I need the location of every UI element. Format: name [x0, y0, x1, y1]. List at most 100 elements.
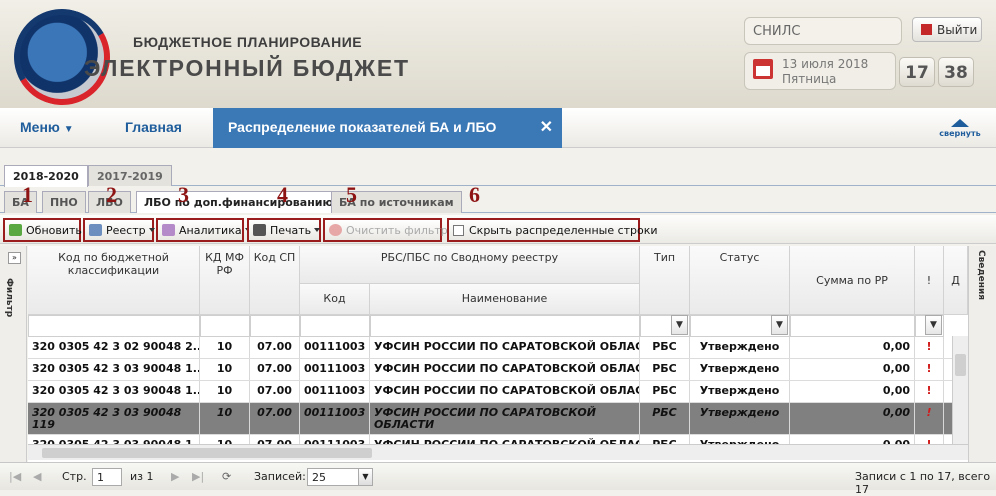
marker-5: 5	[346, 182, 357, 207]
records-per-page-select[interactable]: 25 ▼	[307, 468, 373, 486]
print-label: Печать	[270, 224, 312, 237]
scroll-thumb[interactable]	[955, 354, 966, 376]
checkbox[interactable]	[453, 225, 464, 236]
warning-icon: !	[915, 337, 944, 358]
cell-name: УФСИН РОССИИ ПО САРАТОВСКОЙ ОБЛАС...	[370, 359, 640, 380]
filter-kbk[interactable]	[28, 315, 200, 337]
cell-sp: 07.00	[250, 381, 300, 402]
cell-sum: 0,00	[790, 359, 915, 380]
last-page-icon[interactable]: ▶|	[192, 470, 204, 483]
filter-kdmf[interactable]	[200, 315, 250, 337]
table-row-selected[interactable]: 320 0305 42 3 03 90048 119 10 07.00 0011…	[28, 403, 968, 435]
close-icon[interactable]: ✕	[540, 117, 553, 137]
cell-sp: 07.00	[250, 337, 300, 358]
col-kdmf-header[interactable]: КД МФ РФ	[200, 246, 250, 315]
cell-kod: 00111003	[300, 359, 370, 380]
info-label: Сведения	[976, 250, 986, 301]
col-kod-header[interactable]: Код	[300, 284, 370, 315]
col-d-header[interactable]: Д	[944, 246, 968, 315]
col-status-header[interactable]: Статус	[690, 246, 790, 315]
main-navbar: Меню ▼ Главная Распределение показателей…	[0, 108, 996, 148]
cell-type: РБС	[640, 381, 690, 402]
col-sum-header[interactable]: Сумма по РР	[790, 246, 915, 315]
registry-button[interactable]: Реестр	[83, 218, 155, 242]
tab-lbo-dop[interactable]: ЛБО по доп.финансированию	[136, 191, 342, 213]
table-icon	[89, 224, 102, 236]
menu-label: Меню	[20, 119, 60, 135]
filter-name[interactable]	[370, 315, 640, 337]
filter-sum[interactable]	[790, 315, 915, 337]
collapse-label: свернуть	[939, 129, 981, 138]
clock-hours: 17	[899, 57, 935, 87]
cell-type: РБС	[640, 403, 690, 434]
toolbar: Обновить Реестр Аналитика Печать Очистит…	[0, 215, 996, 244]
chart-icon	[162, 224, 175, 236]
clear-filter-button[interactable]: Очистить фильтр	[323, 218, 448, 242]
col-kodsp-header[interactable]: Код СП	[250, 246, 300, 315]
info-panel-toggle[interactable]: Сведения	[968, 246, 996, 462]
exit-button[interactable]: Выйти	[912, 17, 982, 42]
cell-name: УФСИН РОССИИ ПО САРАТОВСКОЙ ОБЛАС...	[370, 337, 640, 358]
next-page-icon[interactable]: ▶	[171, 470, 179, 483]
data-grid: Код по бюджетной классификации КД МФ РФ …	[28, 246, 968, 462]
cell-kbk: 320 0305 42 3 03 90048 1...	[28, 359, 200, 380]
cell-kbk: 320 0305 42 3 03 90048 1...	[28, 381, 200, 402]
table-row[interactable]: 320 0305 42 3 03 90048 1... 10 07.00 001…	[28, 381, 968, 403]
scroll-thumb[interactable]	[42, 448, 372, 458]
refresh-icon	[9, 224, 22, 236]
filter-type-dropdown[interactable]: ▼	[671, 315, 688, 335]
print-button[interactable]: Печать	[247, 218, 321, 242]
col-flag-header[interactable]: !	[915, 246, 944, 315]
col-rbs-group-header: РБС/ПБС по Сводному реестру	[300, 246, 640, 284]
cell-type: РБС	[640, 337, 690, 358]
tab-pno[interactable]: ПНО	[42, 191, 86, 213]
app-header: БЮДЖЕТНОЕ ПЛАНИРОВАНИЕ ЭЛЕКТРОННЫЙ БЮДЖЕ…	[0, 0, 996, 116]
expand-icon[interactable]: »	[8, 252, 21, 264]
filter-flag-dropdown[interactable]: ▼	[925, 315, 942, 335]
printer-icon	[253, 224, 266, 236]
cell-kd: 10	[200, 403, 250, 434]
cell-kd: 10	[200, 381, 250, 402]
filter-label: Фильтр	[4, 278, 14, 318]
tab-distribution[interactable]: Распределение показателей БА и ЛБО ✕	[213, 108, 562, 148]
vertical-scrollbar[interactable]	[952, 336, 968, 444]
records-label: Записей:	[254, 470, 306, 483]
brand-title-line2: ЭЛЕКТРОННЫЙ БЮДЖЕТ	[84, 55, 410, 81]
cell-name: УФСИН РОССИИ ПО САРАТОВСКОЙ ОБЛАС...	[370, 381, 640, 402]
cell-status: Утверждено	[690, 381, 790, 402]
cell-type: РБС	[640, 359, 690, 380]
tab-year-2018-2020[interactable]: 2018-2020	[4, 165, 88, 187]
tab-year-2017-2019[interactable]: 2017-2019	[88, 165, 172, 186]
prev-page-icon[interactable]: ◀	[33, 470, 41, 483]
filter-kod[interactable]	[300, 315, 370, 337]
refresh-button[interactable]: Обновить	[3, 218, 82, 242]
first-page-icon[interactable]: |◀	[9, 470, 21, 483]
snils-input[interactable]: СНИЛС	[744, 17, 902, 45]
analytics-button[interactable]: Аналитика	[156, 218, 251, 242]
home-link[interactable]: Главная	[125, 119, 182, 135]
filter-panel-toggle[interactable]: » Фильтр	[0, 246, 27, 462]
chevron-down-icon	[148, 228, 155, 232]
registry-label: Реестр	[106, 224, 146, 237]
current-weekday: Пятница	[782, 72, 837, 86]
menu-button[interactable]: Меню ▼	[20, 119, 74, 135]
collapse-button[interactable]: свернуть	[938, 119, 982, 138]
arrow-up-icon	[951, 119, 969, 127]
cell-sp: 07.00	[250, 359, 300, 380]
page-input[interactable]: 1	[92, 468, 122, 486]
filter-kodsp[interactable]	[250, 315, 300, 337]
table-row[interactable]: 320 0305 42 3 03 90048 1... 10 07.00 001…	[28, 359, 968, 381]
refresh-icon[interactable]: ⟳	[222, 470, 231, 483]
refresh-label: Обновить	[26, 224, 82, 237]
col-name-header[interactable]: Наименование	[370, 284, 640, 315]
filter-status-dropdown[interactable]: ▼	[771, 315, 788, 335]
col-kbk-header[interactable]: Код по бюджетной классификации	[28, 246, 200, 315]
horizontal-scrollbar[interactable]	[28, 444, 968, 460]
hide-distributed-checkbox[interactable]: Скрыть распределенные строки	[447, 218, 658, 242]
exit-icon	[921, 24, 932, 35]
cell-kod: 00111003	[300, 403, 370, 434]
sub-tabs: БА ПНО ЛБО ЛБО по доп.финансированию БА …	[0, 189, 996, 213]
col-type-header[interactable]: Тип	[640, 246, 690, 315]
table-row[interactable]: 320 0305 42 3 02 90048 2... 10 07.00 001…	[28, 337, 968, 359]
cell-sum: 0,00	[790, 337, 915, 358]
